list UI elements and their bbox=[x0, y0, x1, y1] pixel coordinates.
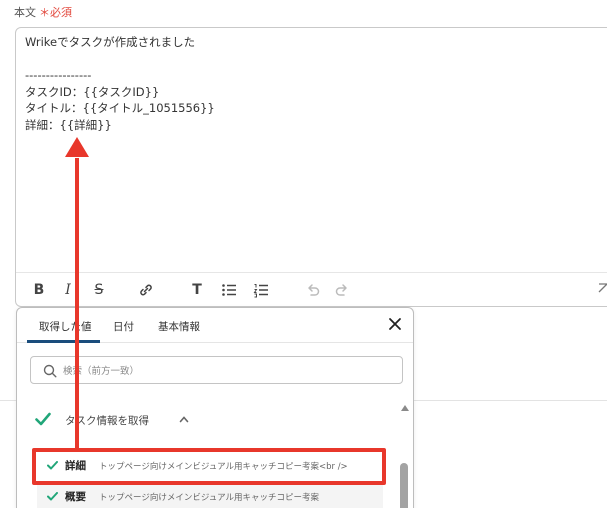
list-item[interactable]: 詳細 トップページ向けメインビジュアル用キャッチコピー考案<br /> bbox=[37, 453, 383, 477]
toolbar-divider bbox=[16, 272, 607, 273]
strikethrough-button[interactable]: S bbox=[88, 279, 110, 301]
clear-format-icon[interactable] bbox=[597, 280, 607, 294]
item-name: 概要 bbox=[65, 491, 86, 503]
search-icon bbox=[43, 364, 57, 378]
tab-acquired-values[interactable]: 取得した値 bbox=[39, 319, 92, 334]
italic-button[interactable]: I bbox=[57, 279, 79, 301]
editor-line: タイトル：{{タイトル_1051556}} bbox=[25, 101, 215, 115]
bullet-list-button[interactable] bbox=[218, 279, 240, 301]
editor-line: 詳細：{{詳細}} bbox=[25, 117, 112, 132]
group-header-task-info[interactable]: タスク情報を取得 bbox=[31, 410, 371, 430]
editor-line: Wrikeでタスクが作成されました bbox=[25, 35, 196, 49]
close-icon bbox=[389, 318, 401, 330]
scrollbar-thumb[interactable] bbox=[400, 463, 408, 508]
redo-icon bbox=[335, 284, 347, 296]
scroll-up-arrow[interactable] bbox=[400, 404, 410, 412]
picker-tabs: 取得した値 日付 基本情報 bbox=[17, 308, 413, 343]
rich-text-editor[interactable]: Wrikeでタスクが作成されました ---------------- タスクID… bbox=[15, 27, 607, 307]
active-tab-indicator bbox=[27, 340, 100, 343]
item-value: トップページ向けメインビジュアル用キャッチコピー考案 bbox=[99, 493, 319, 503]
undo-icon bbox=[308, 284, 320, 296]
heading-button[interactable]: T bbox=[186, 279, 208, 301]
item-value: トップページ向けメインビジュアル用キャッチコピー考案<br /> bbox=[99, 462, 348, 472]
link-icon bbox=[140, 284, 152, 296]
field-label-text: 本文 bbox=[14, 6, 36, 19]
tab-basic-info[interactable]: 基本情報 bbox=[158, 319, 200, 334]
check-icon bbox=[47, 492, 58, 501]
close-button[interactable] bbox=[387, 316, 403, 332]
numbered-list-button[interactable] bbox=[250, 279, 272, 301]
bold-button[interactable]: B bbox=[28, 279, 50, 301]
editor-line: ---------------- bbox=[25, 68, 92, 82]
bullet-list-icon bbox=[222, 284, 236, 296]
editor-content[interactable]: Wrikeでタスクが作成されました ---------------- タスクID… bbox=[25, 34, 215, 133]
required-mark: ＊ bbox=[39, 6, 50, 19]
tab-date[interactable]: 日付 bbox=[113, 319, 134, 334]
list-item[interactable]: 概要 トップページ向けメインビジュアル用キャッチコピー考案 bbox=[37, 484, 383, 508]
group-header-label: タスク情報を取得 bbox=[65, 415, 149, 427]
field-label: 本文 ＊必須 bbox=[14, 4, 72, 20]
numbered-list-icon bbox=[253, 284, 268, 298]
check-icon bbox=[47, 461, 58, 470]
check-icon bbox=[35, 412, 51, 426]
item-name: 詳細 bbox=[65, 460, 86, 472]
redo-button[interactable] bbox=[332, 279, 354, 301]
undo-button[interactable] bbox=[301, 279, 323, 301]
variable-picker-popup: 取得した値 日付 基本情報 タスク情報を取得 詳細 トップページ向けメインビジュ… bbox=[16, 307, 414, 508]
required-text: 必須 bbox=[50, 6, 72, 19]
search-box bbox=[30, 356, 403, 384]
search-input[interactable] bbox=[63, 361, 383, 381]
link-button[interactable] bbox=[135, 279, 157, 301]
chevron-up-icon bbox=[179, 416, 189, 423]
editor-line: タスクID：{{タスクID}} bbox=[25, 84, 160, 99]
